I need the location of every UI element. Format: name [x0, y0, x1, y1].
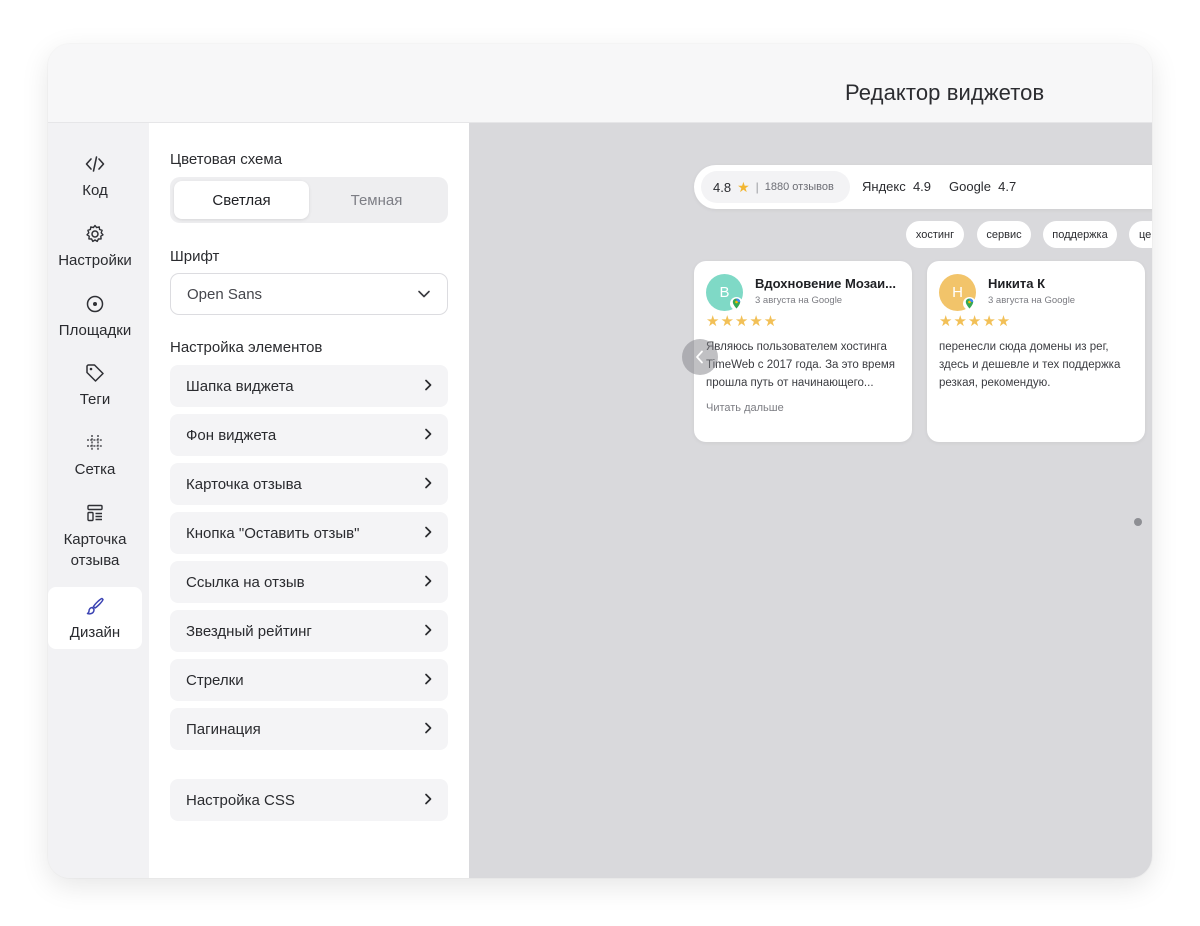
sidebar-item-grid[interactable]: Сетка [48, 432, 142, 480]
chevron-left-icon [696, 350, 703, 364]
chevron-right-icon [425, 722, 432, 734]
accordion-pagination[interactable]: Пагинация [170, 708, 448, 750]
sidebar-item-label: Сетка [74, 461, 116, 478]
carousel-prev-button[interactable] [682, 339, 718, 375]
tag-icon [84, 362, 106, 384]
color-scheme-dark-option[interactable]: Темная [309, 181, 444, 219]
pagination-dot[interactable] [1134, 518, 1142, 526]
overall-rating-value: 4.8 [713, 179, 732, 195]
accordion-arrows[interactable]: Стрелки [170, 659, 448, 701]
sidebar-item-label: Карточка отзыва [63, 531, 127, 569]
chevron-right-icon [425, 379, 432, 391]
accordion-widget-background[interactable]: Фон виджета [170, 414, 448, 456]
design-settings-panel: Цветовая схема Светлая Темная Шрифт Open… [149, 123, 469, 878]
source-rating-yandex[interactable]: Яндекс 4.9 [862, 179, 931, 194]
page-title: Редактор виджетов [845, 80, 1045, 105]
chevron-right-icon [425, 673, 432, 685]
google-maps-icon [963, 297, 976, 310]
source-rating: 4.7 [998, 179, 1017, 194]
tag-chip[interactable]: поддержка [1043, 221, 1117, 248]
review-stars: ★★★★★ [939, 313, 1012, 330]
grid-icon [84, 432, 106, 454]
elements-settings-label: Настройка элементов [170, 339, 323, 356]
reviewer-name: Никита К [988, 276, 1046, 291]
accordion-label: Кнопка "Оставить отзыв" [186, 524, 360, 542]
chevron-right-icon [425, 793, 432, 805]
chevron-right-icon [425, 624, 432, 636]
chevron-down-icon [418, 290, 430, 298]
chevron-right-icon [425, 428, 432, 440]
accordion-review-link[interactable]: Ссылка на отзыв [170, 561, 448, 603]
accordion-widget-header[interactable]: Шапка виджета [170, 365, 448, 407]
source-name: Google [949, 179, 991, 194]
review-date: 3 августа на Google [988, 295, 1076, 306]
color-scheme-light-option[interactable]: Светлая [174, 181, 309, 219]
accordion-label: Ссылка на отзыв [186, 573, 305, 591]
review-text: Являюсь пользователем хостинга TimeWeb с… [706, 341, 895, 389]
editor-window: Редактор виджетов Код Настройки Площадки [48, 44, 1152, 878]
sidebar-item-label: Теги [79, 391, 111, 408]
accordion-label: Настройка CSS [186, 791, 295, 809]
source-rating-google[interactable]: Google 4.7 [949, 179, 1016, 194]
chevron-right-icon [425, 477, 432, 489]
sidebar-item-design[interactable]: Дизайн [48, 587, 142, 649]
source-rating: 4.9 [912, 179, 932, 194]
sidebar-item-label: Настройки [58, 252, 132, 269]
widget-preview: 4.8 ★ | 1880 отзывов Яндекс 4.9 Google 4… [469, 123, 1152, 878]
color-scheme-toggle: Светлая Темная [170, 177, 448, 223]
brush-icon [84, 595, 106, 617]
accordion-star-rating[interactable]: Звездный рейтинг [170, 610, 448, 652]
font-label: Шрифт [170, 248, 220, 265]
accordion-label: Шапка виджета [186, 377, 294, 395]
sidebar-item-code[interactable]: Код [48, 153, 142, 201]
accordion-leave-review-button[interactable]: Кнопка "Оставить отзыв" [170, 512, 448, 554]
font-select-value: Open Sans [187, 285, 263, 303]
rating-separator: | [755, 180, 759, 194]
accordion-label: Карточка отзыва [186, 475, 302, 493]
reviewer-name: Вдохновение Мозаи... [755, 276, 896, 291]
review-stars: ★★★★★ [706, 313, 779, 330]
color-scheme-label: Цветовая схема [170, 151, 283, 168]
accordion-label: Звездный рейтинг [186, 622, 312, 640]
overall-rating-pill: 4.8 ★ | 1880 отзывов [701, 171, 850, 203]
code-icon [84, 153, 106, 175]
title-bar: Редактор виджетов [48, 44, 1152, 123]
accordion-css-settings[interactable]: Настройка CSS [170, 779, 448, 821]
sidebar-item-platforms[interactable]: Площадки [48, 293, 142, 341]
tag-chip[interactable]: хостинг [906, 221, 964, 248]
review-count: 1880 отзывов [764, 181, 834, 193]
tag-chip[interactable]: сервис [977, 221, 1031, 248]
accordion-label: Фон виджета [186, 426, 277, 444]
chevron-right-icon [425, 526, 432, 538]
review-card: Н Никита К 3 августа на Google ★★★★★ пер… [927, 261, 1145, 442]
review-text: перенесли сюда домены из рег, здесь и де… [939, 341, 1121, 389]
accordion-label: Пагинация [186, 720, 261, 738]
card-layout-icon [84, 502, 106, 524]
star-icon: ★ [737, 178, 750, 195]
review-date: 3 августа на Google [755, 295, 843, 306]
google-maps-icon [730, 297, 743, 310]
read-more-link[interactable]: Читать дальше [706, 402, 784, 414]
font-select[interactable]: Open Sans [170, 273, 448, 315]
sidebar-item-tags[interactable]: Теги [48, 362, 142, 410]
review-card: В Вдохновение Мозаи... 3 августа на Goog… [694, 261, 912, 442]
chevron-right-icon [425, 575, 432, 587]
rating-summary-bar: 4.8 ★ | 1880 отзывов Яндекс 4.9 Google 4… [694, 165, 1152, 209]
sidebar-rail: Код Настройки Площадки Теги Сетка Карточ… [48, 123, 149, 878]
sidebar-item-settings[interactable]: Настройки [48, 223, 142, 271]
source-name: Яндекс [862, 179, 906, 194]
sidebar-item-label: Дизайн [69, 624, 121, 641]
sidebar-item-review-card[interactable]: Карточка отзыва [48, 502, 142, 571]
gear-icon [84, 223, 106, 245]
sidebar-item-label: Площадки [58, 322, 132, 339]
accordion-label: Стрелки [186, 671, 244, 689]
accordion-review-card[interactable]: Карточка отзыва [170, 463, 448, 505]
location-pin-icon [84, 293, 106, 315]
sidebar-item-label: Код [82, 182, 108, 199]
tag-chip[interactable]: це [1129, 221, 1152, 248]
